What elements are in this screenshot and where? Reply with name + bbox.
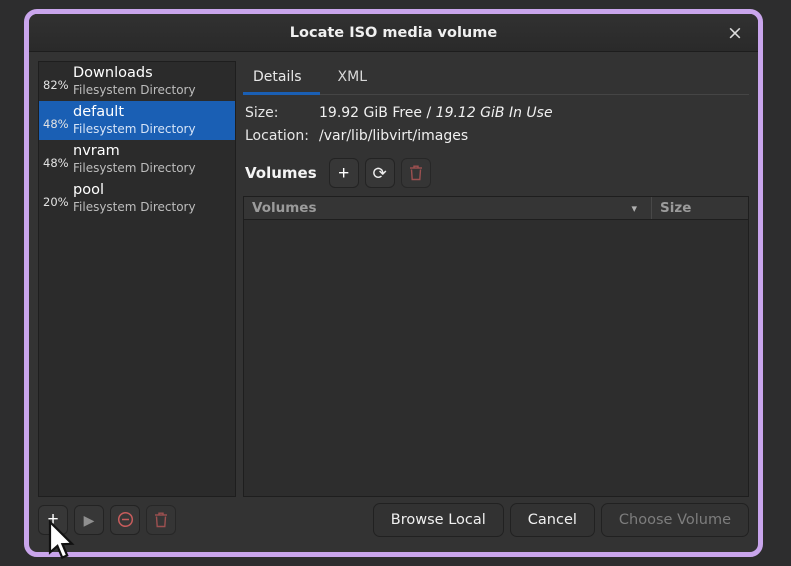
choose-volume-button[interactable]: Choose Volume xyxy=(601,503,749,537)
browse-local-button[interactable]: Browse Local xyxy=(373,503,504,537)
plus-icon: + xyxy=(47,510,58,529)
pool-type: Filesystem Directory xyxy=(73,122,196,137)
pool-type: Filesystem Directory xyxy=(73,83,196,98)
titlebar: Locate ISO media volume × xyxy=(29,14,758,52)
stop-pool-button[interactable] xyxy=(110,505,140,535)
pool-usage-percent: 82% xyxy=(43,70,73,92)
pool-item-pool[interactable]: 20% pool Filesystem Directory xyxy=(39,179,235,218)
delete-pool-button[interactable] xyxy=(146,505,176,535)
location-row: Location: /var/lib/libvirt/images xyxy=(245,128,749,144)
location-label: Location: xyxy=(245,128,319,144)
trash-icon xyxy=(154,512,168,528)
cancel-button[interactable]: Cancel xyxy=(510,503,595,537)
add-pool-button[interactable]: + xyxy=(38,505,68,535)
close-button[interactable]: × xyxy=(720,18,750,48)
pool-usage-percent: 20% xyxy=(43,187,73,209)
volumes-toolbar: Volumes + ⟳ xyxy=(243,153,749,196)
delete-volume-button[interactable] xyxy=(401,158,431,188)
pool-name: pool xyxy=(73,181,196,199)
pool-item-nvram[interactable]: 48% nvram Filesystem Directory xyxy=(39,140,235,179)
dialog-title: Locate ISO media volume xyxy=(290,25,497,41)
pool-item-default[interactable]: 48% default Filesystem Directory xyxy=(39,101,235,140)
add-volume-button[interactable]: + xyxy=(329,158,359,188)
volumes-table-body[interactable] xyxy=(244,220,748,496)
sort-descending-icon: ▾ xyxy=(631,202,637,215)
location-value: /var/lib/libvirt/images xyxy=(319,128,468,144)
size-label: Size: xyxy=(245,105,319,121)
locate-iso-dialog: Locate ISO media volume × 82% Downloads … xyxy=(24,9,763,557)
start-pool-button[interactable]: ▶ xyxy=(74,505,104,535)
column-header-size[interactable]: Size xyxy=(652,197,748,219)
pool-info: Size: 19.92 GiB Free / 19.12 GiB In Use … xyxy=(243,95,749,153)
size-value: 19.92 GiB Free / 19.12 GiB In Use xyxy=(319,105,553,121)
column-header-volumes[interactable]: Volumes ▾ xyxy=(244,197,652,219)
pool-usage-percent: 48% xyxy=(43,109,73,131)
pool-type: Filesystem Directory xyxy=(73,161,196,176)
size-row: Size: 19.92 GiB Free / 19.12 GiB In Use xyxy=(245,105,749,121)
pool-name: default xyxy=(73,103,196,121)
refresh-icon: ⟳ xyxy=(373,165,387,182)
tab-details[interactable]: Details xyxy=(243,61,320,95)
pane-splitter[interactable] xyxy=(236,61,243,497)
pool-name: nvram xyxy=(73,142,196,160)
refresh-volumes-button[interactable]: ⟳ xyxy=(365,158,395,188)
volumes-table-header: Volumes ▾ Size xyxy=(244,197,748,220)
pool-name: Downloads xyxy=(73,64,196,82)
details-tabbar: Details XML xyxy=(243,61,749,95)
trash-icon xyxy=(409,165,423,181)
plus-icon: + xyxy=(338,164,349,183)
play-icon: ▶ xyxy=(84,513,95,527)
pool-item-downloads[interactable]: 82% Downloads Filesystem Directory xyxy=(39,62,235,101)
stop-icon xyxy=(117,511,134,528)
storage-pool-list: 82% Downloads Filesystem Directory 48% d… xyxy=(38,61,236,497)
pool-actions: + ▶ xyxy=(38,505,176,535)
volumes-section-title: Volumes xyxy=(245,164,317,182)
dialog-content: 82% Downloads Filesystem Directory 48% d… xyxy=(29,52,758,552)
dialog-footer: + ▶ xyxy=(38,497,749,552)
close-icon: × xyxy=(727,22,743,44)
pool-details-pane: Details XML Size: 19.92 GiB Free / 19.12… xyxy=(243,61,749,497)
pool-type: Filesystem Directory xyxy=(73,200,196,215)
pool-usage-percent: 48% xyxy=(43,148,73,170)
volumes-table: Volumes ▾ Size xyxy=(243,196,749,497)
tab-xml[interactable]: XML xyxy=(320,61,385,95)
